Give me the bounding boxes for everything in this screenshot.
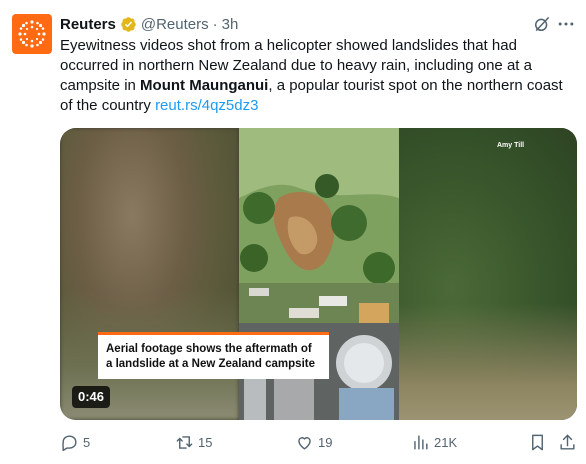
- views-count: 21K: [434, 434, 458, 450]
- repost-count: 15: [198, 434, 213, 450]
- tweet-actions: 5 15 19 21K: [60, 430, 577, 454]
- video-player[interactable]: Amy Till Aerial footage shows the afterm…: [60, 128, 577, 420]
- repost-button[interactable]: 15: [175, 430, 212, 454]
- video-caption: Aerial footage shows the aftermath of a …: [98, 332, 329, 379]
- views-icon: [414, 434, 428, 450]
- reply-button[interactable]: 5: [60, 430, 90, 454]
- video-caption-line2: a landslide at a New Zealand campsite: [106, 358, 315, 370]
- tweet-text-place: Mount Maunganui: [140, 77, 269, 94]
- reuters-logo-icon: [18, 20, 46, 48]
- video-duration: 0:46: [72, 386, 111, 408]
- reply-count: 5: [83, 434, 91, 450]
- repost-icon: [176, 435, 193, 449]
- video-caption-line1: Aerial footage shows the aftermath of: [106, 343, 312, 355]
- tweet-link[interactable]: reut.rs/4qz5dz3: [155, 97, 258, 114]
- tweet-text: Eyewitness videos shot from a helicopter…: [60, 36, 574, 116]
- video-blur-right: [399, 128, 577, 420]
- separator-dot: ·: [212, 15, 218, 33]
- video-credit: Amy Till: [497, 142, 525, 149]
- author-handle[interactable]: @Reuters: [141, 16, 209, 33]
- avatar[interactable]: [12, 14, 52, 54]
- views-button[interactable]: 21K: [411, 430, 457, 454]
- share-icon: [560, 434, 575, 450]
- like-button[interactable]: 19: [295, 430, 332, 454]
- share-button[interactable]: [558, 430, 577, 454]
- bookmark-button[interactable]: [528, 430, 547, 454]
- more-options-icon[interactable]: [556, 14, 576, 34]
- like-count: 19: [318, 434, 333, 450]
- grok-icon[interactable]: [532, 14, 552, 34]
- tweet-header: Reuters @Reuters · 3h: [60, 14, 238, 34]
- bookmark-icon: [532, 434, 543, 450]
- author-name[interactable]: Reuters: [60, 16, 116, 33]
- verified-badge-icon[interactable]: [120, 16, 137, 33]
- tweet-timestamp[interactable]: 3h: [222, 16, 239, 33]
- reply-icon: [62, 434, 77, 451]
- like-icon: [298, 436, 311, 450]
